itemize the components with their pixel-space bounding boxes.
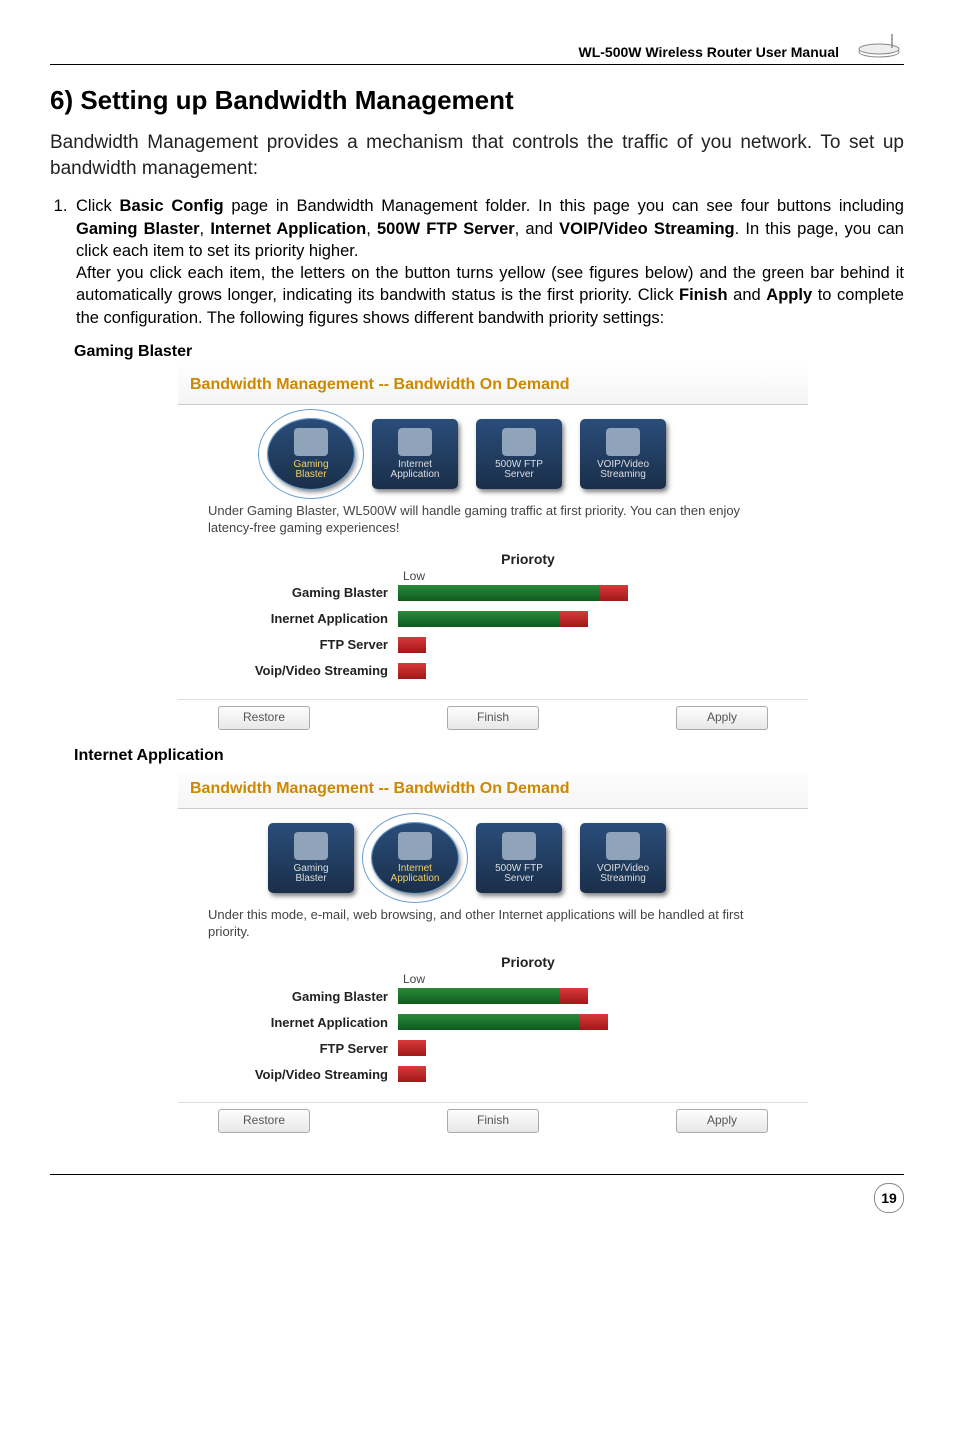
mode-description: Under this mode, e-mail, web browsing, a… bbox=[178, 903, 808, 949]
priority-chart: Prioroty Low Gaming Blaster Inernet Appl… bbox=[178, 545, 808, 699]
subhead-gaming-blaster: Gaming Blaster bbox=[74, 343, 904, 361]
server-icon bbox=[502, 428, 536, 456]
subhead-internet-application: Internet Application bbox=[74, 747, 904, 765]
priority-row-gaming: Gaming Blaster bbox=[208, 988, 788, 1004]
low-label: Low bbox=[403, 972, 788, 986]
page-footer: 19 bbox=[50, 1174, 904, 1213]
phone-icon bbox=[606, 832, 640, 860]
mode-ftp-server[interactable]: 500W FTP Server bbox=[476, 823, 562, 893]
mode-internet-application[interactable]: Internet Application bbox=[372, 823, 458, 893]
mode-internet-application[interactable]: Internet Application bbox=[372, 419, 458, 489]
gamepad-icon bbox=[294, 428, 328, 456]
priority-row-gaming: Gaming Blaster bbox=[208, 585, 788, 601]
priority-row-voip: Voip/Video Streaming bbox=[208, 1066, 788, 1082]
doc-title: WL-500W Wireless Router User Manual bbox=[579, 44, 855, 60]
mode-gaming-blaster[interactable]: Gaming Blaster bbox=[268, 419, 354, 489]
priority-row-voip: Voip/Video Streaming bbox=[208, 663, 788, 679]
page-header: WL-500W Wireless Router User Manual bbox=[50, 30, 904, 65]
mode-ftp-server[interactable]: 500W FTP Server bbox=[476, 419, 562, 489]
steps-list: Click Basic Config page in Bandwidth Man… bbox=[50, 195, 904, 329]
apply-button[interactable]: Apply bbox=[676, 706, 768, 730]
mode-voip-video[interactable]: VOIP/Video Streaming bbox=[580, 419, 666, 489]
priority-title: Prioroty bbox=[268, 551, 788, 567]
button-row: Restore Finish Apply bbox=[178, 699, 808, 740]
priority-chart: Prioroty Low Gaming Blaster Inernet Appl… bbox=[178, 948, 808, 1102]
finish-button[interactable]: Finish bbox=[447, 1109, 539, 1133]
mode-gaming-blaster[interactable]: Gaming Blaster bbox=[268, 823, 354, 893]
apply-button[interactable]: Apply bbox=[676, 1109, 768, 1133]
screenshot-internet-application: Bandwidth Management -- Bandwidth On Dem… bbox=[177, 769, 809, 1145]
priority-row-ftp: FTP Server bbox=[208, 637, 788, 653]
mode-description: Under Gaming Blaster, WL500W will handle… bbox=[178, 499, 808, 545]
priority-row-ftp: FTP Server bbox=[208, 1040, 788, 1056]
panel-title: Bandwidth Management -- Bandwidth On Dem… bbox=[178, 770, 808, 809]
phone-icon bbox=[606, 428, 640, 456]
restore-button[interactable]: Restore bbox=[218, 706, 310, 730]
panel-title: Bandwidth Management -- Bandwidth On Dem… bbox=[178, 366, 808, 405]
gamepad-icon bbox=[294, 832, 328, 860]
router-icon bbox=[854, 30, 904, 60]
priority-row-internet: Inernet Application bbox=[208, 1014, 788, 1030]
page-number: 19 bbox=[874, 1183, 904, 1213]
mode-buttons-row: Gaming Blaster Internet Application 500W… bbox=[178, 809, 808, 903]
screenshot-gaming-blaster: Bandwidth Management -- Bandwidth On Dem… bbox=[177, 365, 809, 741]
server-icon bbox=[502, 832, 536, 860]
mode-buttons-row: Gaming Blaster Internet Application 500W… bbox=[178, 405, 808, 499]
mode-voip-video[interactable]: VOIP/Video Streaming bbox=[580, 823, 666, 893]
restore-button[interactable]: Restore bbox=[218, 1109, 310, 1133]
globe-icon bbox=[398, 428, 432, 456]
finish-button[interactable]: Finish bbox=[447, 706, 539, 730]
globe-icon bbox=[398, 832, 432, 860]
priority-row-internet: Inernet Application bbox=[208, 611, 788, 627]
low-label: Low bbox=[403, 569, 788, 583]
section-title: 6) Setting up Bandwidth Management bbox=[50, 85, 904, 116]
step-1: Click Basic Config page in Bandwidth Man… bbox=[72, 195, 904, 329]
button-row: Restore Finish Apply bbox=[178, 1102, 808, 1143]
section-intro: Bandwidth Management provides a mechanis… bbox=[50, 130, 904, 181]
priority-title: Prioroty bbox=[268, 954, 788, 970]
